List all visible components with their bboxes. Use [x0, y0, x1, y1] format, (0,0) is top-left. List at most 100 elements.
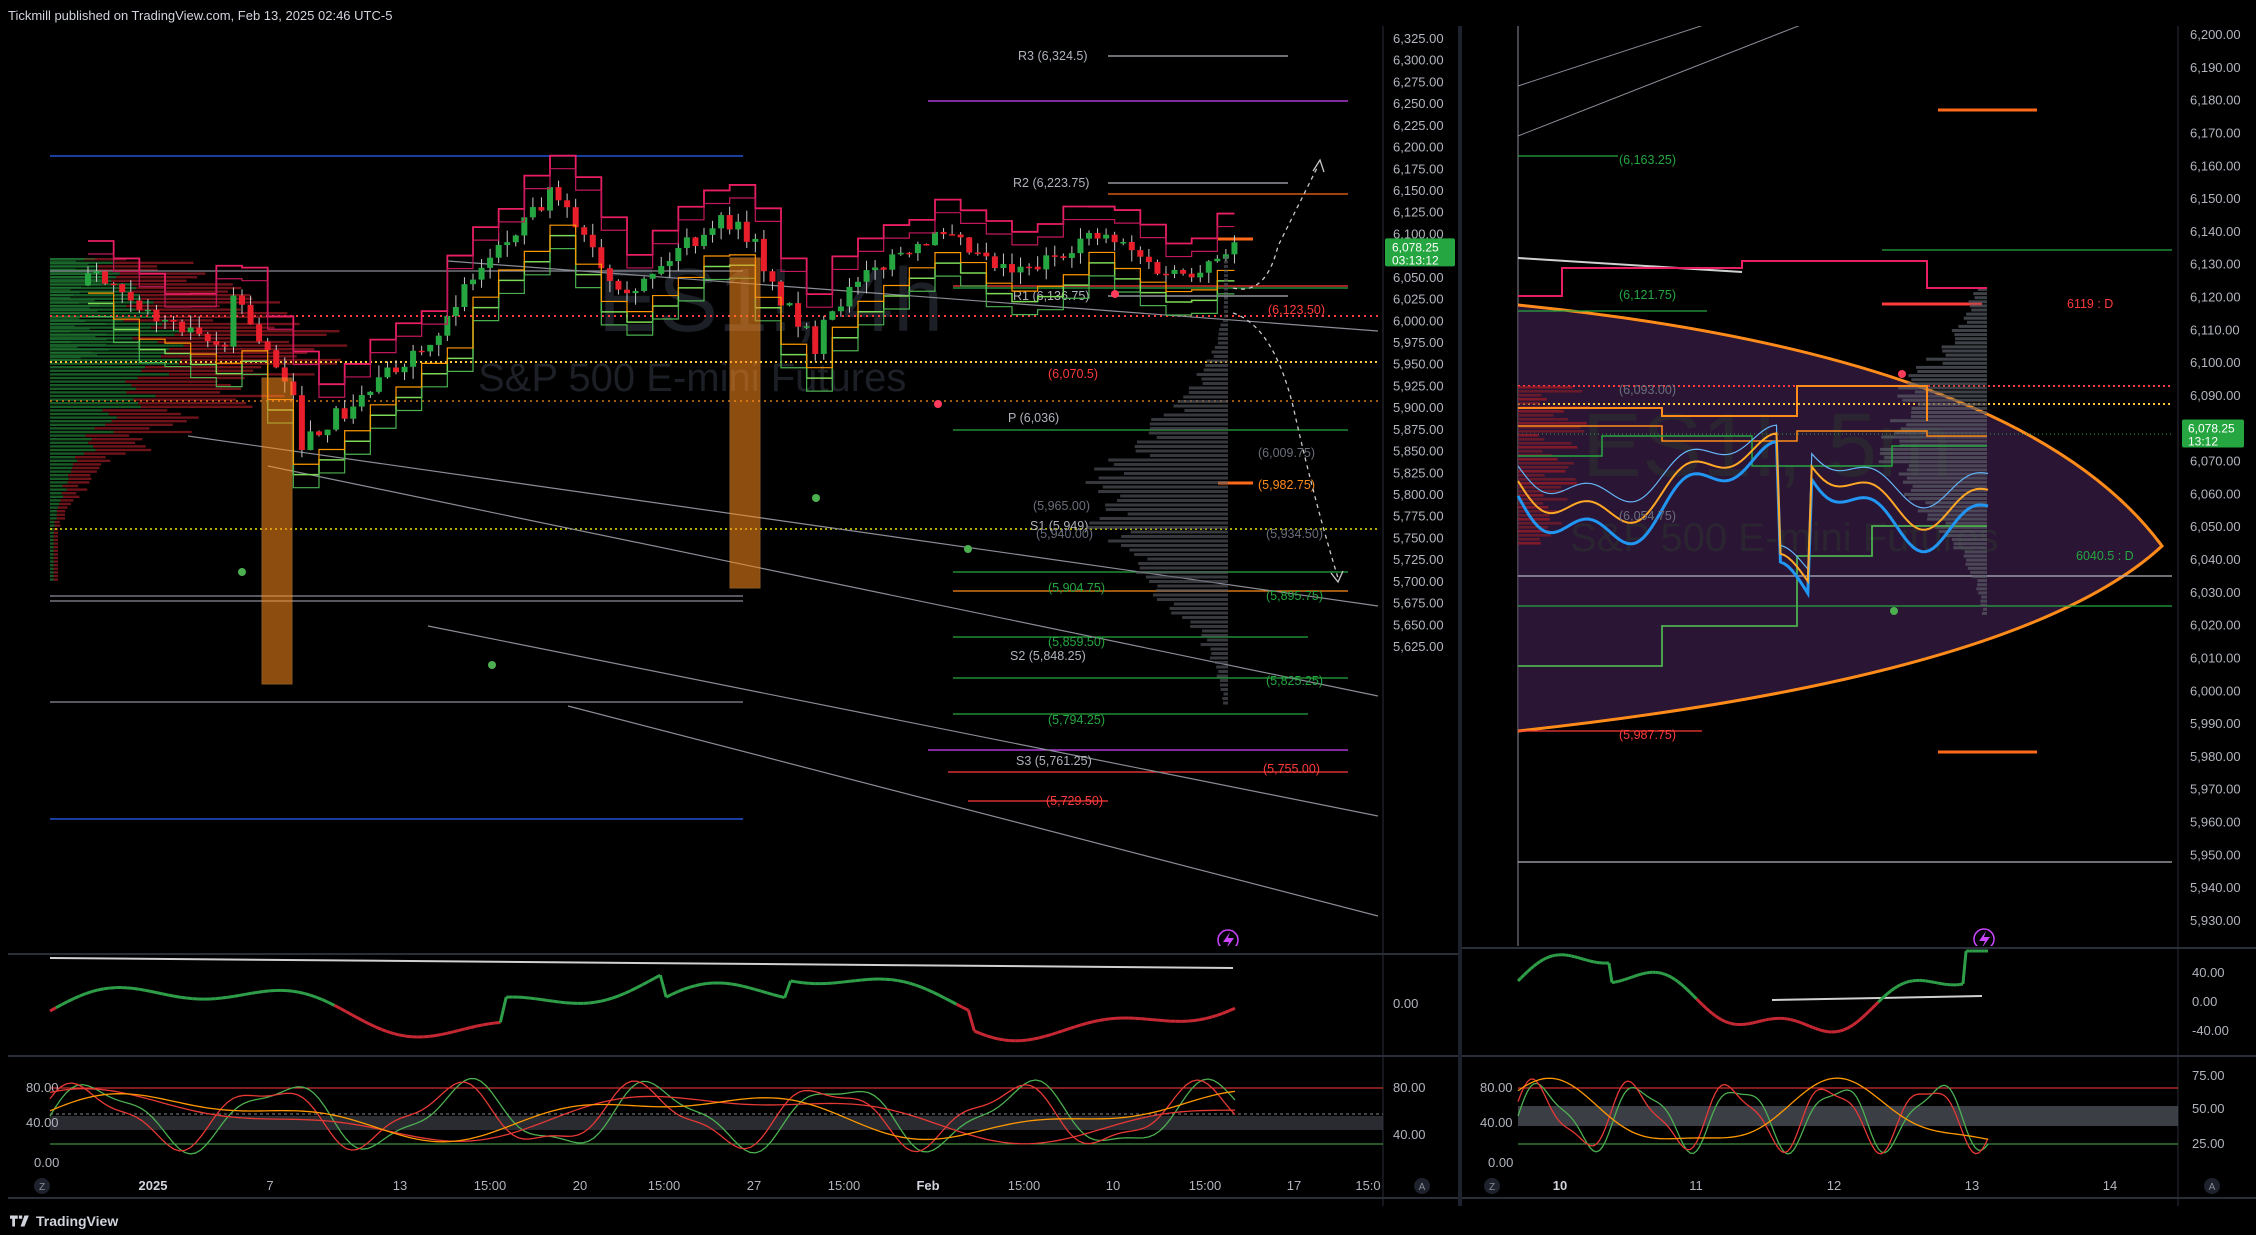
pivot-level-label: P (6,036) [1008, 411, 1059, 425]
volume-profile-bar [105, 423, 173, 426]
volume-profile-bar [1518, 430, 1585, 433]
osc1-segment [1961, 950, 1968, 985]
osc1-segment [1683, 985, 1689, 991]
right-price-pane[interactable]: ES1!, 5mS&P 500 E-mini Futures(6,163.25)… [1462, 26, 2172, 949]
candle-body [966, 237, 973, 253]
candle-body [709, 228, 716, 235]
right-chart-panel[interactable]: ES1!, 5mS&P 500 E-mini Futures(6,163.25)… [1462, 26, 2256, 1206]
candle-body [1205, 261, 1212, 273]
osc1-segment [1210, 1013, 1218, 1019]
volume-profile-bar [1518, 386, 1573, 389]
candle-body [1180, 269, 1187, 274]
tradingview-footer[interactable]: TradingView [0, 1207, 2256, 1235]
candle-body [991, 256, 998, 269]
candle-body [247, 304, 254, 325]
right-time-axis[interactable]: 10 11 12 13 14 Z A [1484, 1178, 2220, 1194]
volume-profile-bar [60, 499, 74, 502]
volume-profile-bar [141, 369, 254, 372]
pivot-level-label: (6,070.5) [1048, 367, 1098, 381]
osc1-segment [215, 996, 222, 1001]
osc1-segment [1755, 1019, 1760, 1024]
left-price-pane[interactable]: ES1!, 4hS&P 500 E-mini FuturesR3 (6,324.… [8, 26, 1378, 950]
candle-body [367, 391, 374, 396]
volume-profile-bar [1518, 402, 1540, 405]
volume-profile-bar [1518, 474, 1545, 477]
session-volume-bar [1980, 599, 1987, 603]
candle-body [85, 273, 91, 286]
session-volume-bar [1088, 526, 1228, 529]
osc1-segment [316, 995, 324, 1002]
candle-body [795, 303, 802, 327]
volume-profile-bar [1518, 390, 1583, 393]
right-osc1-tick: -40.00 [2192, 1023, 2229, 1038]
volume-profile-bar [61, 492, 77, 495]
signal-dot [812, 494, 820, 502]
volume-profile-bar [50, 273, 106, 276]
session-volume-bar [1149, 422, 1228, 426]
osc1-segment [310, 993, 318, 999]
volume-profile-bar [53, 546, 58, 549]
osc1-segment [1589, 959, 1594, 964]
right-price-tick: 6,170.00 [2190, 125, 2241, 140]
session-volume-bar [1152, 593, 1228, 597]
osc1-segment [174, 994, 181, 999]
right-price-tick: 6,040.00 [2190, 552, 2241, 567]
session-volume-bar [1906, 476, 1987, 480]
osc1-segment [363, 1019, 371, 1026]
session-volume-bar [1121, 544, 1228, 547]
osc1-segment [162, 992, 169, 997]
osc1-segment [405, 1034, 412, 1039]
volume-profile-bar [1518, 494, 1544, 497]
volume-profile-bar [50, 474, 69, 477]
session-volume-bar [1155, 589, 1228, 592]
left-time-axis[interactable]: 2025 7 13 15:00 20 15:00 27 15:00 Feb 15:00 10 15:0… [34, 1178, 1430, 1194]
session-volume-bar [1902, 480, 1987, 484]
osc1-segment [1545, 955, 1550, 960]
left-price-tick: 6,300.00 [1393, 53, 1444, 68]
osc1-segment [1874, 1000, 1880, 1007]
left-price-tick: 5,700.00 [1393, 574, 1444, 589]
candle-body [333, 408, 340, 430]
session-volume-bar [1981, 611, 1987, 615]
left-price-axis[interactable]: 6,325.00 6,300.00 6,275.00 6,250.00 6,225.00… [1385, 31, 1455, 654]
candle-body [230, 295, 237, 347]
session-volume-bar [1124, 472, 1228, 475]
volume-profile-bar [50, 304, 100, 307]
volume-profile-bar [1518, 478, 1576, 481]
osc1-segment [766, 991, 774, 996]
left-chart-panel[interactable]: ES1!, 4hS&P 500 E-mini FuturesR3 (6,324.… [8, 26, 1458, 1206]
candle-body [452, 306, 459, 317]
right-price-tick: 5,940.00 [2190, 880, 2241, 895]
osc1-segment [541, 998, 548, 1002]
right-price-axis[interactable]: 6,200.00 6,190.00 6,180.00 6,170.00 6,160.00… [2182, 27, 2244, 928]
signal-dot [1898, 370, 1906, 378]
candle-body [153, 309, 160, 322]
osc1-segment [1701, 1004, 1708, 1010]
session-volume-bar [1105, 508, 1228, 511]
osc1-segment [55, 1003, 63, 1010]
volume-profile-bar [111, 279, 187, 282]
osc1-segment [600, 998, 608, 1003]
osc1-segment [1607, 962, 1614, 983]
candle-body [983, 252, 990, 257]
osc1-segment [606, 996, 614, 1002]
pivot-level-label: (5,940.00) [1036, 527, 1093, 541]
candle-body [1128, 241, 1135, 251]
left-osc2-tick: 80.00 [26, 1080, 59, 1095]
candle-body [1231, 242, 1238, 255]
session-volume-bar [1908, 464, 1987, 468]
left-oscillator-2[interactable]: 80.00 40.00 0.00 80.00 40.00 [26, 1077, 1426, 1170]
volume-profile-bar [50, 302, 80, 304]
session-volume-bar [1085, 481, 1228, 484]
pivot-level-label: (5,934.50) [1266, 527, 1323, 541]
volume-profile-bar [68, 477, 92, 480]
right-osc1-tick: 40.00 [2192, 965, 2225, 980]
volume-profile-bar [50, 299, 95, 302]
osc1-segment [1886, 989, 1892, 995]
session-volume-bar [1911, 378, 1987, 382]
osc1-segment [1205, 1015, 1212, 1021]
volume-profile-bar [50, 434, 86, 437]
left-price-tick: 5,650.00 [1393, 617, 1444, 632]
volume-profile-bar [56, 510, 66, 513]
right-oscillator-2[interactable]: 80.00 40.00 0.00 75.00 50.00 25.00 [1480, 1068, 2225, 1170]
